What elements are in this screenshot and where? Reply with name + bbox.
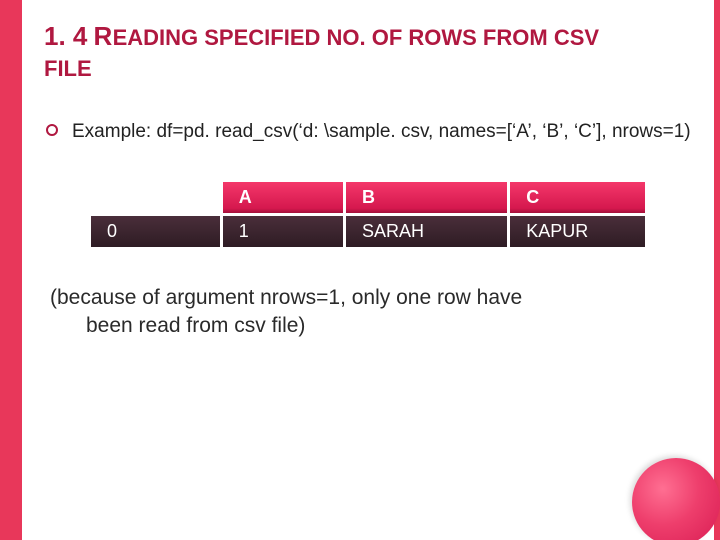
slide-frame: 1. 4 READING SPECIFIED NO. OF ROWS FROM … (0, 0, 720, 540)
note-line2: been read from csv file) (50, 312, 672, 340)
col-header-A: A (223, 182, 343, 213)
col-header-C: C (510, 182, 645, 213)
heading-line2: FILE (44, 56, 92, 81)
heading-rest: EADING SPECIFIED NO. OF ROWS FROM CSV (113, 25, 599, 50)
table-header-row: A B C (91, 182, 645, 213)
decorative-sphere-icon (632, 458, 720, 540)
example-bullet: Example: df=pd. read_csv(‘d: \sample. cs… (44, 119, 692, 145)
heading-lead-cap: R (94, 21, 113, 51)
col-header-B: B (346, 182, 507, 213)
table-row: 0 1 SARAH KAPUR (91, 216, 645, 247)
slide-heading: 1. 4 READING SPECIFIED NO. OF ROWS FROM … (44, 18, 692, 85)
bullet-icon (46, 124, 58, 136)
table-corner-cell (91, 182, 220, 213)
explanation-note: (because of argument nrows=1, only one r… (44, 284, 692, 341)
example-text: Example: df=pd. read_csv(‘d: \sample. cs… (72, 119, 692, 145)
cell-A: 1 (223, 216, 343, 247)
cell-B: SARAH (346, 216, 507, 247)
row-index: 0 (91, 216, 220, 247)
data-table: A B C 0 1 SARAH KAPUR (88, 179, 648, 250)
note-line1: (because of argument nrows=1, only one r… (50, 286, 522, 309)
heading-number: 1. 4 (44, 21, 87, 51)
cell-C: KAPUR (510, 216, 645, 247)
